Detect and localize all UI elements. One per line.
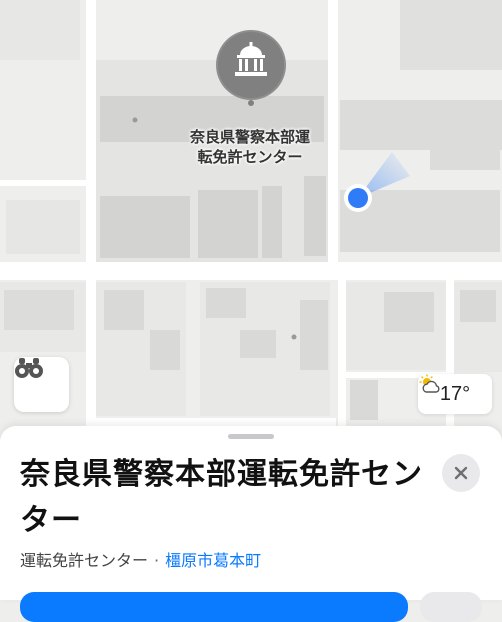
close-icon bbox=[454, 466, 468, 480]
poi-pin[interactable] bbox=[212, 28, 290, 106]
sheet-grabber[interactable] bbox=[228, 434, 274, 439]
binoculars-icon bbox=[15, 358, 43, 378]
look-around-button[interactable] bbox=[14, 357, 69, 412]
subtitle-separator: · bbox=[154, 551, 160, 570]
place-category: 運転免許センター bbox=[20, 551, 149, 570]
user-location-dot bbox=[344, 152, 410, 212]
place-location-link[interactable]: 橿原市葛本町 bbox=[165, 551, 261, 570]
place-card-sheet[interactable]: 奈良県警察本部運転免許センター 運転免許センター · 橿原市葛本町 bbox=[0, 426, 502, 622]
directions-button[interactable] bbox=[20, 592, 408, 622]
weather-widget: 17° bbox=[418, 374, 492, 414]
weather-temperature: 17° bbox=[439, 382, 471, 405]
partly-sunny-icon bbox=[419, 374, 440, 393]
secondary-action-button[interactable] bbox=[420, 592, 482, 622]
poi-label[interactable]: 奈良県警察本部運 転免許センター bbox=[150, 127, 350, 167]
government-building-icon bbox=[216, 30, 286, 106]
user-location[interactable] bbox=[330, 150, 410, 230]
close-button[interactable] bbox=[442, 454, 480, 492]
poi-label-text: 奈良県警察本部運 転免許センター bbox=[189, 128, 310, 166]
place-title: 奈良県警察本部運転免許センター bbox=[20, 457, 423, 538]
place-subtitle: 運転免許センター · 橿原市葛本町 bbox=[20, 547, 261, 571]
